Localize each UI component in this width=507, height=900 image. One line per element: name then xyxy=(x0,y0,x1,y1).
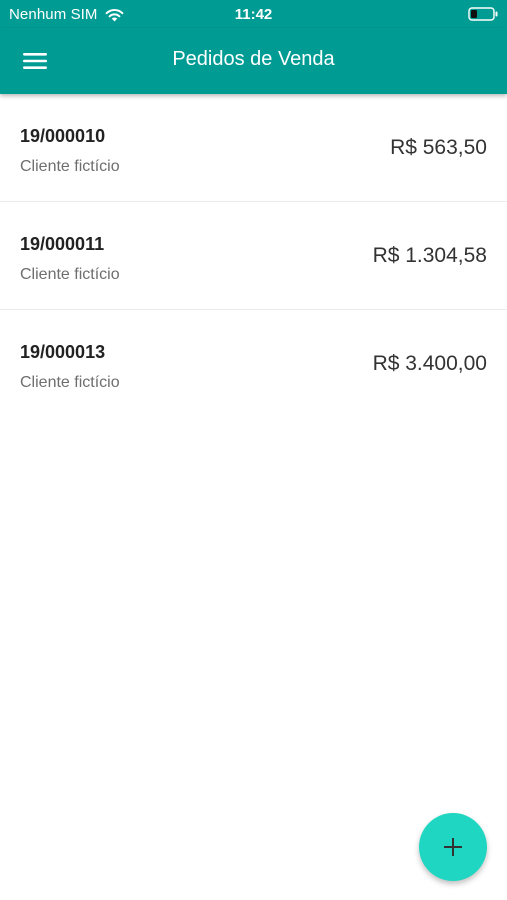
order-client: Cliente fictício xyxy=(20,374,120,391)
order-total: R$ 1.304,58 xyxy=(372,244,487,267)
order-number: 19/000013 xyxy=(20,342,106,362)
app-bar: Pedidos de Venda xyxy=(0,28,507,94)
clock: 11:42 xyxy=(234,6,273,23)
order-list: 19/000010 Cliente fictício R$ 563,50 19/… xyxy=(0,94,507,417)
plus-icon xyxy=(444,838,462,856)
order-number: 19/000011 xyxy=(20,234,105,254)
order-list-item[interactable]: 19/000010 Cliente fictício R$ 563,50 xyxy=(0,94,507,202)
order-list-item[interactable]: 19/000011 Cliente fictício R$ 1.304,58 xyxy=(0,202,507,310)
order-total: R$ 3.400,00 xyxy=(372,352,487,375)
order-client: Cliente fictício xyxy=(20,266,120,283)
status-bar: Nenhum SIM 11:42 xyxy=(0,0,507,28)
order-list-item[interactable]: 19/000013 Cliente fictício R$ 3.400,00 xyxy=(0,310,507,417)
page-title: Pedidos de Venda xyxy=(172,48,335,70)
order-client: Cliente fictício xyxy=(20,158,120,175)
add-order-button[interactable] xyxy=(419,813,487,881)
order-total: R$ 563,50 xyxy=(390,136,487,159)
order-number: 19/000010 xyxy=(20,126,106,146)
screen: Nenhum SIM 11:42 Pedidos de Venda 19/000… xyxy=(0,0,507,900)
battery-low-icon xyxy=(468,7,498,21)
